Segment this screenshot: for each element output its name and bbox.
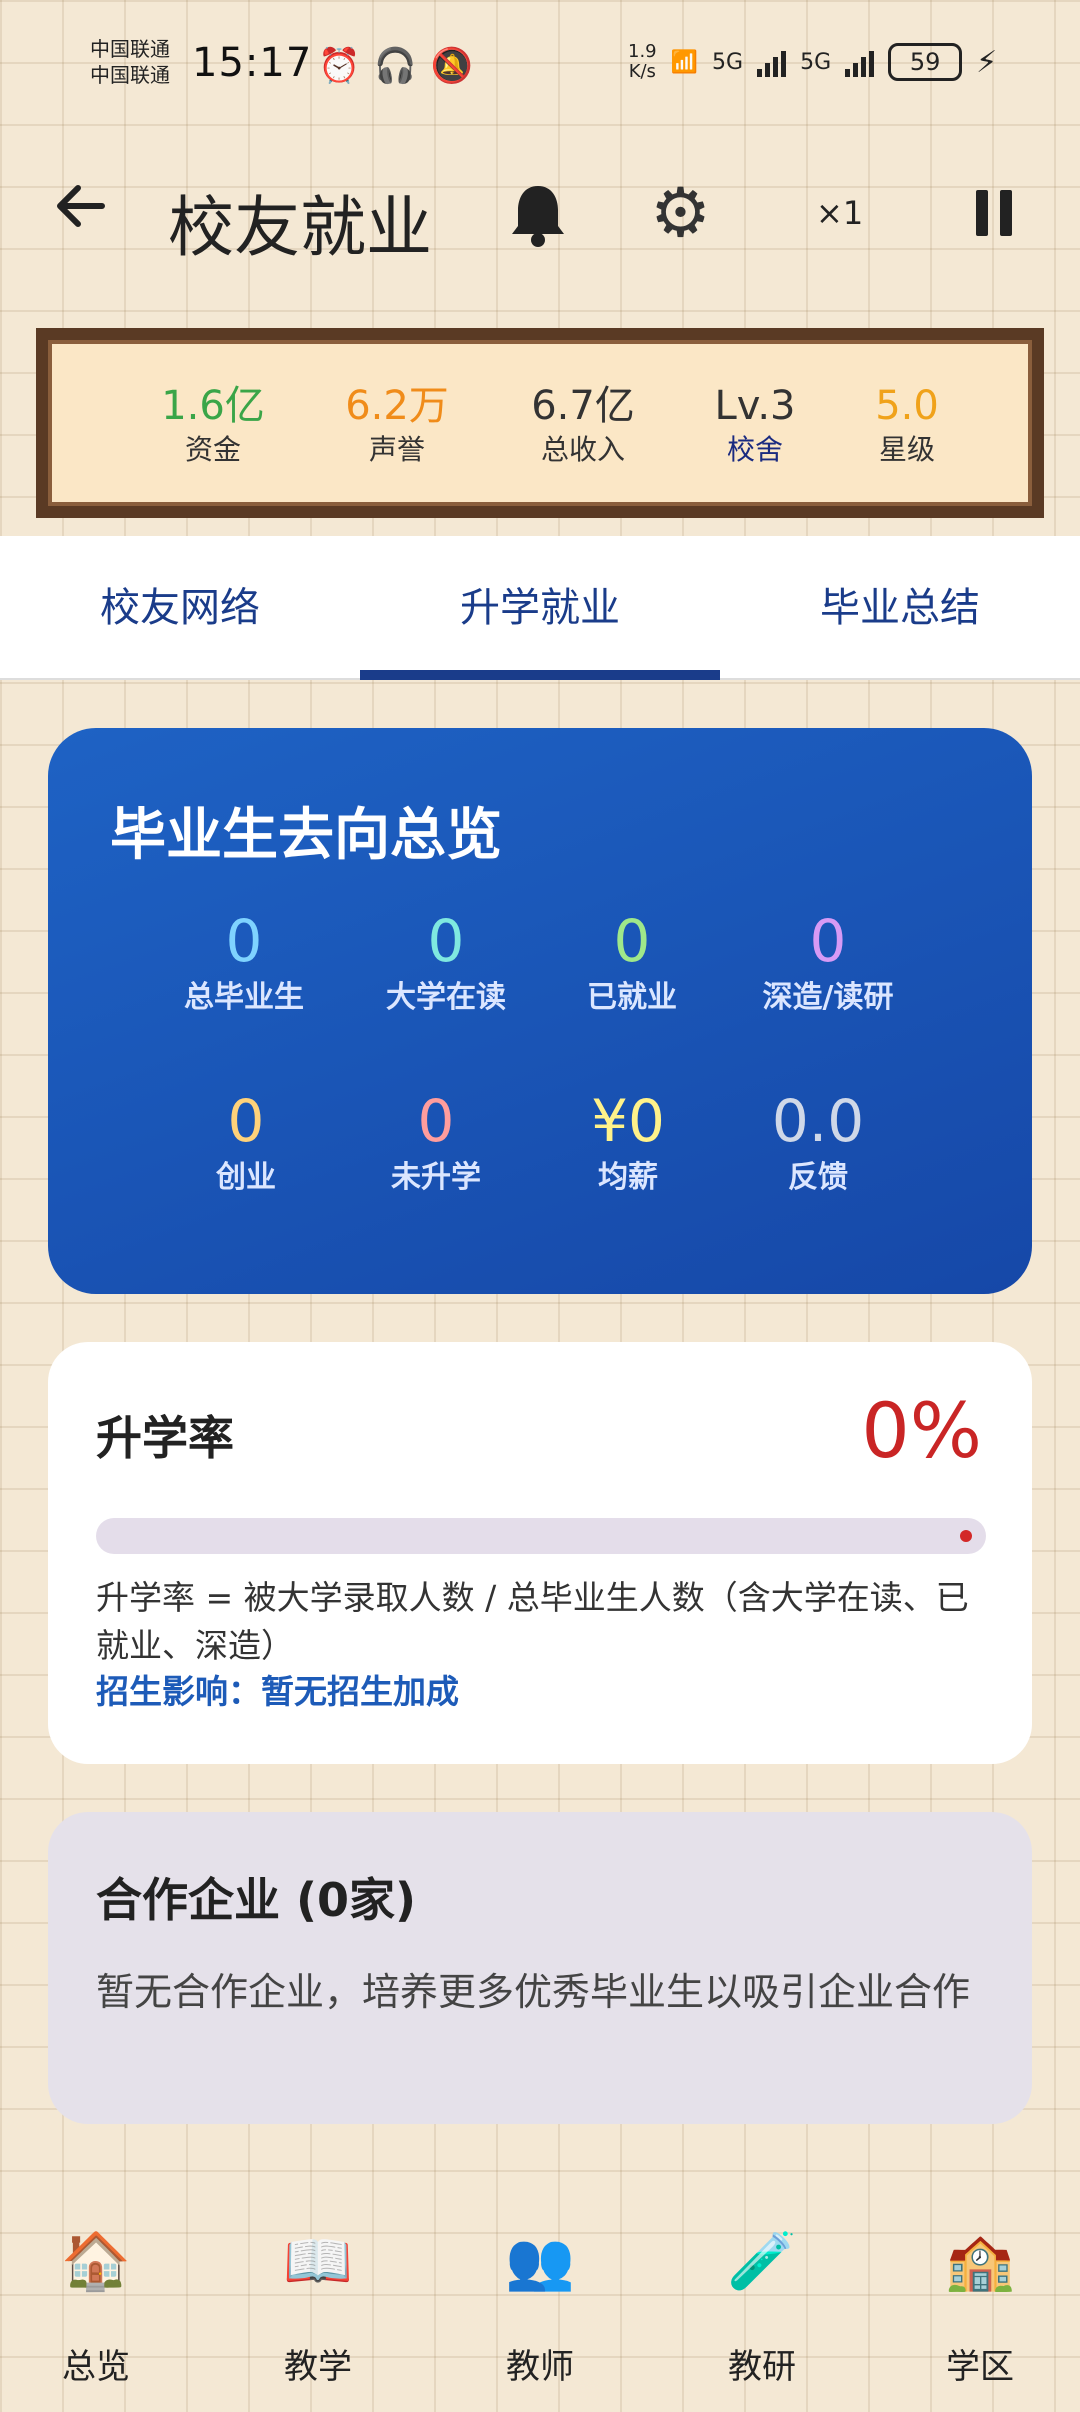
admission-rate-formula: 升学率 = 被大学录取人数 / 总毕业生人数（含大学在读、已就业、深造） (96, 1578, 969, 1665)
page-title: 校友就业 (168, 189, 432, 266)
charging-icon: ⚡ (976, 44, 998, 80)
teachers-icon: 👥 (505, 2229, 575, 2294)
admission-rate-value: 0% (861, 1386, 982, 1475)
admission-rate-card: 升学率 0% 升学率 = 被大学录取人数 / 总毕业生人数（含大学在读、已就业、… (48, 1342, 1032, 1764)
stat-reputation: 6.2万 声誉 (345, 383, 449, 466)
bottom-navigation: 🏠 总览 📖 教学 👥 教师 🧪 教研 🏫 学区 (0, 2200, 1080, 2412)
admission-rate-progress-bar (96, 1518, 986, 1554)
partner-companies-card: 合作企业 (0家) 暂无合作企业，培养更多优秀毕业生以吸引企业合作 (48, 1812, 1032, 2124)
nav-research[interactable]: 🧪 教研 (662, 2222, 862, 2394)
nav-teachers[interactable]: 👥 教师 (440, 2222, 640, 2394)
partner-companies-title: 合作企业 (0家) (96, 1873, 417, 1927)
overview-postgraduate: 0 深造/读研 (762, 907, 894, 1015)
status-time: 15:17 (192, 40, 313, 86)
stat-school-building: Lv.3 校舍 (714, 383, 796, 466)
net-speed: 1.9 K/s (628, 41, 657, 82)
notification-button[interactable] (506, 180, 570, 250)
battery-icon: 59 (888, 43, 963, 81)
campus-building-icon: 🏫 (945, 2229, 1015, 2294)
nav-teaching[interactable]: 📖 教学 (218, 2222, 418, 2394)
signal-bars-1-icon (757, 47, 787, 77)
overview-employed: 0 已就业 (587, 907, 677, 1015)
tab-graduation-summary[interactable]: 毕业总结 (720, 536, 1080, 680)
gear-icon: ⚙ (650, 174, 711, 253)
flask-icon: 🧪 (727, 2229, 797, 2294)
pause-icon (976, 190, 988, 236)
overview-entrepreneurship: 0 创业 (216, 1087, 276, 1195)
stat-funds: 1.6亿 资金 (161, 383, 265, 466)
game-speed-button[interactable]: ×1 (816, 194, 863, 232)
arrow-left-icon (57, 185, 105, 227)
status-icons: ⏰ 🎧 🔕 (318, 46, 473, 86)
overview-in-university: 0 大学在读 (386, 907, 506, 1015)
enrollment-influence: 招生影响：暂无招生加成 (96, 1672, 459, 1711)
partner-companies-description: 暂无合作企业，培养更多优秀毕业生以吸引企业合作 (96, 1970, 971, 2014)
graduate-destination-overview: 毕业生去向总览 0 总毕业生 0 大学在读 0 已就业 0 深造/读研 0 创业… (48, 728, 1032, 1294)
tab-bar: 校友网络 升学就业 毕业总结 (0, 536, 1080, 680)
progress-indicator-dot (960, 1530, 972, 1542)
signal-label-1: 5G (712, 49, 744, 75)
tab-alumni-network[interactable]: 校友网络 (0, 536, 360, 680)
signal-bars-2-icon (845, 47, 875, 77)
carrier-1: 中国联通 (90, 37, 170, 61)
wifi-icon: 📶 (670, 49, 699, 75)
active-tab-indicator (360, 670, 720, 680)
resource-stats-panel: 1.6亿 资金 6.2万 声誉 6.7亿 总收入 Lv.3 校舍 5.0 星级 (36, 328, 1044, 518)
signal-label-2: 5G (800, 49, 832, 75)
app-header: 校友就业 ⚙ ×1 (0, 150, 1080, 280)
mute-icon: 🔕 (430, 46, 474, 86)
settings-button[interactable]: ⚙ (650, 178, 711, 250)
carrier-2: 中国联通 (90, 63, 170, 87)
overview-total-graduates: 0 总毕业生 (184, 907, 304, 1015)
bell-icon (512, 186, 564, 247)
tab-admission-employment[interactable]: 升学就业 (360, 536, 720, 680)
school-house-icon: 🏠 (61, 2229, 131, 2294)
back-button[interactable] (52, 178, 108, 249)
overview-not-admitted: 0 未升学 (391, 1087, 481, 1195)
overview-feedback: 0.0 反馈 (771, 1087, 865, 1195)
open-book-icon: 📖 (283, 2229, 353, 2294)
overview-title: 毕业生去向总览 (110, 803, 502, 868)
status-right: 1.9 K/s 📶 5G 5G 59 ⚡ (628, 42, 997, 82)
overview-average-salary: ¥0 均薪 (591, 1087, 665, 1195)
carrier-labels: 中国联通 中国联通 (90, 36, 170, 88)
headphones-icon: 🎧 (374, 46, 417, 86)
status-bar: 中国联通 中国联通 15:17 ⏰ 🎧 🔕 1.9 K/s 📶 5G 5G 59… (0, 0, 1080, 130)
admission-rate-title: 升学率 (96, 1411, 234, 1465)
alarm-icon: ⏰ (318, 46, 361, 86)
stat-star-rating: 5.0 星级 (875, 383, 939, 466)
pause-button[interactable] (976, 190, 1016, 236)
stat-total-income: 6.7亿 总收入 (531, 383, 635, 466)
nav-school-district[interactable]: 🏫 学区 (880, 2222, 1080, 2394)
nav-overview[interactable]: 🏠 总览 (0, 2222, 196, 2394)
